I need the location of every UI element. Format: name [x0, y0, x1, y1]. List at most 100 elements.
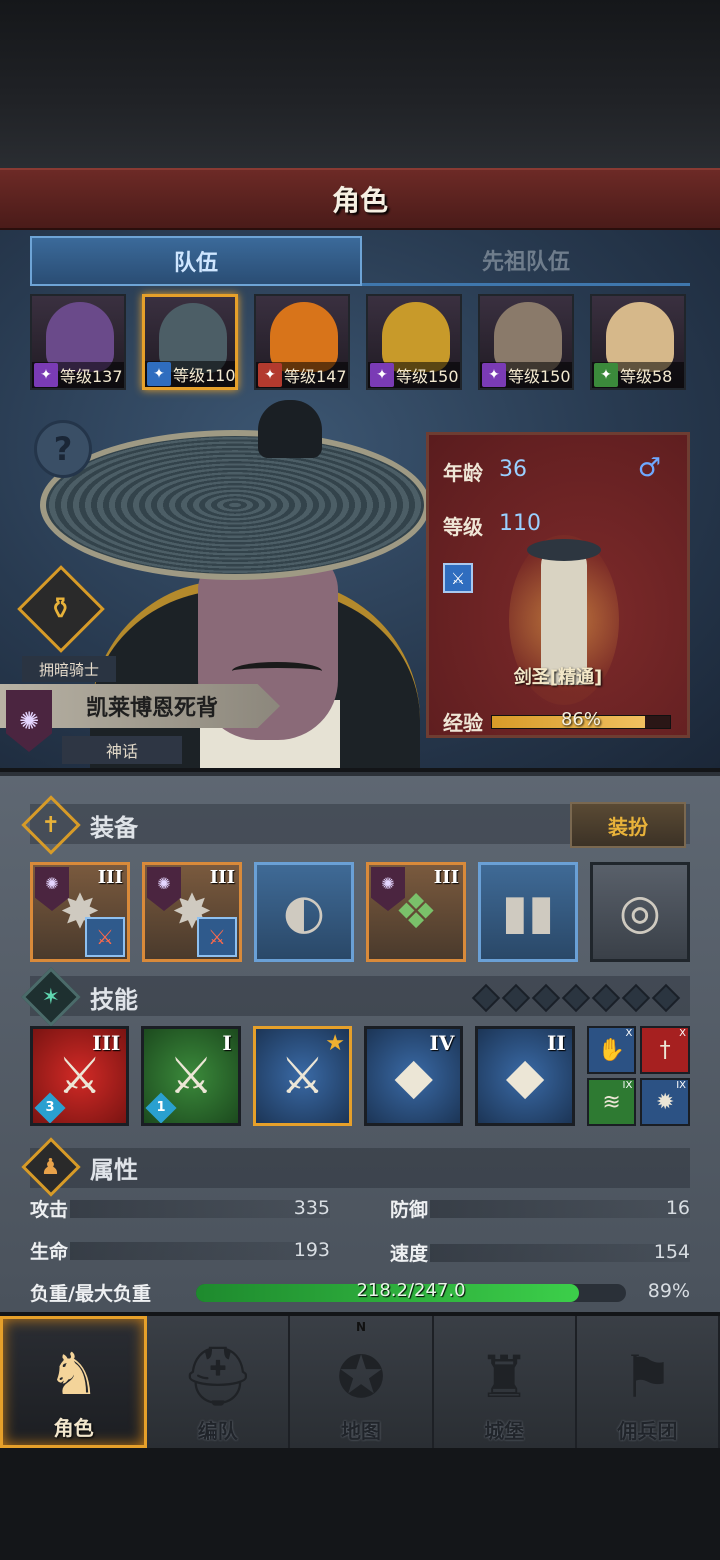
hood-icon: ◐ [283, 884, 325, 940]
equipment-icon: ✝ [21, 795, 81, 855]
hero-level: ✦ 等级150 [480, 362, 572, 388]
class-icon: ✦ [147, 362, 171, 386]
passive-skill[interactable]: ≋ IX [586, 1078, 637, 1126]
stat-bar [70, 1242, 330, 1260]
tier-label: IV [429, 1031, 455, 1055]
tab-ancestor-team[interactable]: 先祖队伍 [362, 236, 690, 286]
equipment-slot-ring[interactable]: ◎ [590, 862, 690, 962]
skill-slot[interactable]: ⚔ ★ [252, 1026, 353, 1126]
nav-label: 角色 [53, 1416, 94, 1440]
skills-icon: ✶ [21, 967, 81, 1027]
tier-label: III [433, 867, 459, 888]
passive-tier: X [625, 1028, 633, 1039]
equipment-slot-boots[interactable]: ▮▮ [478, 862, 578, 962]
nav-label: 地图 [341, 1419, 381, 1443]
stat-speed: 速度 154 [390, 1238, 690, 1266]
age-value: 36 [499, 457, 527, 482]
equipment-slot-body[interactable]: ❖ ✺ III [366, 862, 466, 962]
nav-map[interactable]: N ✪ 地图 [290, 1316, 434, 1448]
passive-skill[interactable]: ✋ X [586, 1026, 637, 1074]
equipment-slot-head[interactable]: ◐ [254, 862, 354, 962]
gem-slot [621, 983, 651, 1013]
page-title: 角色 [331, 184, 388, 217]
nav-mercenaries[interactable]: ⚑ 佣兵团 [576, 1316, 720, 1448]
level-label: 等级 [443, 515, 483, 539]
skill-slot[interactable]: ◆ II [475, 1026, 575, 1126]
passive-skill-grid: ✋ X † X ≋ IX ✹ IX [586, 1026, 690, 1126]
boots-icon: ▮▮ [501, 884, 555, 940]
equipment-slot-offhand[interactable]: ✸ ✺ III ⚔ [142, 862, 242, 962]
hero-level-text: 等级147 [284, 367, 347, 386]
character-title: 拥暗骑士 [22, 656, 116, 682]
hero-level-text: 等级150 [508, 367, 571, 386]
tab-team[interactable]: 队伍 [30, 236, 362, 286]
star-icon: ★ [325, 1031, 346, 1056]
class-icon: ✦ [482, 363, 506, 387]
skill-gem-count: 3 [45, 1100, 55, 1115]
equipment-header: ✝ 装备 [21, 795, 138, 855]
hero-level: ✦ 等级147 [256, 362, 348, 388]
rarity-label: 神话 [62, 736, 182, 764]
hero-slot[interactable]: ✦ 等级150 [478, 294, 574, 390]
equipment-slot-weapon[interactable]: ✸ ✺ III ⚔ [30, 862, 130, 962]
passive-tier: IX [622, 1080, 633, 1091]
hero-level-text: 等级150 [396, 367, 459, 386]
hero-slot[interactable]: ✦ 等级150 [366, 294, 462, 390]
hero-level: ✦ 等级150 [368, 362, 460, 388]
job-name: 剑圣[精通] [513, 667, 603, 688]
class-icon: ✦ [370, 363, 394, 387]
skill-gem-count: 1 [156, 1100, 166, 1115]
stat-bar [70, 1200, 330, 1218]
skill-gem-badge: 3 [34, 1092, 66, 1123]
hero-slot[interactable]: ✦ 等级58 [590, 294, 686, 390]
skill-slot[interactable]: ⚔ I 1 [141, 1026, 241, 1126]
help-button[interactable]: ? [34, 420, 92, 478]
tier-label: I [222, 1031, 232, 1055]
rune-icon: ⚔ [197, 917, 237, 957]
question-icon: ? [53, 430, 73, 468]
stat-hp: 生命 193 [30, 1236, 330, 1264]
attributes-label: 属性 [90, 1155, 138, 1184]
gem-slot [591, 983, 621, 1013]
class-icon: ✦ [594, 363, 618, 387]
character-info-card: 年龄 36 ♂ 等级 110 ⚔ 剑圣[精通] 经验 86% [426, 432, 690, 738]
tier-label: II [547, 1031, 566, 1055]
dress-up-button[interactable]: 装扮 [570, 802, 686, 848]
passive-skill[interactable]: ✹ IX [640, 1078, 690, 1126]
hero-slot[interactable]: ✦ 等级110 [142, 294, 238, 390]
stat-defense: 防御 16 [390, 1194, 690, 1222]
nav-character[interactable]: ♞ 角色 [0, 1316, 148, 1448]
gem-slot [471, 983, 501, 1013]
hero-slot[interactable]: ✦ 等级137 [30, 294, 126, 390]
gem-slot [501, 983, 531, 1013]
compass-north: N [355, 1320, 367, 1334]
portrait-mustache [232, 662, 322, 680]
passive-tier: X [679, 1028, 686, 1039]
load-value: 218.2/247.0 [356, 1280, 466, 1301]
skill-slot[interactable]: ⚔ III 3 [30, 1026, 130, 1126]
hero-level-text: 等级137 [60, 367, 123, 386]
male-icon: ♂ [637, 453, 661, 483]
details-panel: ✝ 装备 装扮 ✸ ✺ III ⚔ ✸ ✺ III ⚔ ◐ ❖ ✺ III ▮▮… [0, 772, 720, 1312]
skills-header: ✶ 技能 [21, 967, 138, 1027]
stat-bar [430, 1244, 690, 1262]
gem-slot [651, 983, 681, 1013]
passive-tier: IX [676, 1080, 686, 1091]
castle-icon: ♜ [478, 1343, 531, 1411]
stat-attack: 攻击 335 [30, 1194, 330, 1222]
equipment-label: 装备 [90, 813, 138, 842]
skill-slot[interactable]: ◆ IV [364, 1026, 464, 1126]
attributes-icon: ♟ [21, 1137, 81, 1197]
hero-slot[interactable]: ✦ 等级147 [254, 294, 350, 390]
team-tabs: 队伍 先祖队伍 [30, 236, 690, 286]
nav-castle[interactable]: ♜ 城堡 [433, 1316, 577, 1448]
gem-slot [561, 983, 591, 1013]
level-value: 110 [499, 511, 541, 536]
stat-value: 335 [293, 1197, 330, 1219]
passive-skill[interactable]: † X [640, 1026, 690, 1074]
nav-formation[interactable]: ⛑ 编队 [147, 1316, 291, 1448]
hero-level-text: 等级110 [173, 366, 236, 385]
burst-icon: ✹ [655, 1089, 675, 1115]
stat-load: 负重/最大负重 218.2/247.0 89% [30, 1278, 690, 1306]
job-figure-hat [527, 539, 601, 561]
